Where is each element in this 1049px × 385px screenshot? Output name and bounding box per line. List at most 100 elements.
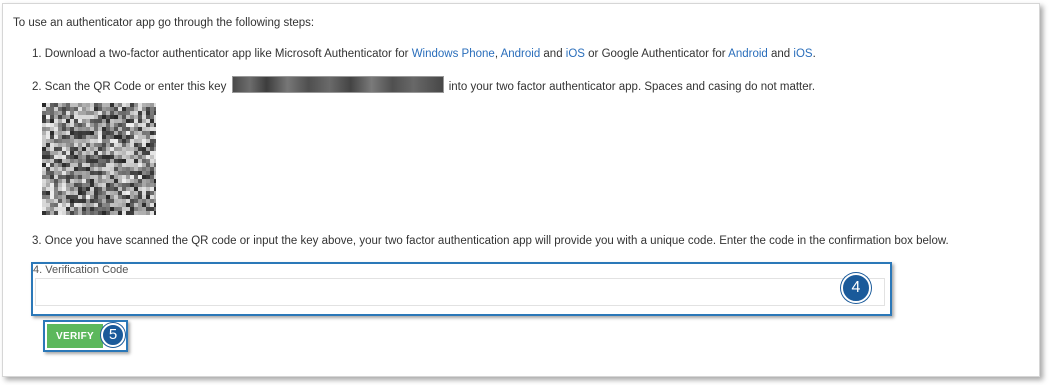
qr-pixel (134, 199, 138, 203)
qr-pixel (90, 135, 94, 139)
qr-pixel (46, 127, 50, 131)
qr-pixel (66, 191, 70, 195)
verification-code-input[interactable] (35, 278, 885, 306)
qr-pixel (90, 111, 94, 115)
qr-pixel (74, 203, 78, 207)
qr-pixel (114, 139, 118, 143)
qr-pixel (122, 171, 126, 175)
qr-pixel (114, 171, 118, 175)
qr-pixel (90, 139, 94, 143)
qr-pixel (82, 207, 86, 211)
qr-pixel (50, 187, 54, 191)
qr-pixel (146, 211, 150, 215)
qr-pixel (130, 155, 134, 159)
microsoft-ios-link[interactable]: iOS (566, 48, 585, 60)
qr-pixel (70, 163, 74, 167)
qr-pixel (46, 123, 50, 127)
qr-pixel (130, 131, 134, 135)
qr-pixel (66, 103, 70, 107)
qr-pixel (98, 195, 102, 199)
qr-pixel (110, 123, 114, 127)
qr-pixel (82, 119, 86, 123)
qr-pixel (78, 175, 82, 179)
qr-pixel (122, 207, 126, 211)
qr-pixel (58, 211, 62, 215)
qr-pixel (50, 163, 54, 167)
qr-pixel (54, 127, 58, 131)
qr-pixel (110, 199, 114, 203)
qr-pixel (110, 171, 114, 175)
qr-pixel (54, 111, 58, 115)
qr-pixel (134, 127, 138, 131)
qr-pixel (74, 175, 78, 179)
qr-pixel (114, 155, 118, 159)
qr-pixel (86, 175, 90, 179)
qr-pixel (122, 139, 126, 143)
qr-pixel (134, 183, 138, 187)
qr-pixel (98, 183, 102, 187)
qr-pixel (134, 167, 138, 171)
qr-pixel (70, 203, 74, 207)
qr-pixel (146, 135, 150, 139)
qr-pixel (86, 191, 90, 195)
qr-pixel (102, 167, 106, 171)
qr-pixel (146, 111, 150, 115)
qr-pixel (50, 131, 54, 135)
period: . (812, 48, 816, 60)
windows-phone-link[interactable]: Windows Phone (412, 48, 495, 60)
qr-pixel (74, 107, 78, 111)
verify-button[interactable]: VERIFY (47, 324, 103, 348)
qr-pixel (86, 131, 90, 135)
qr-pixel (90, 123, 94, 127)
qr-pixel (82, 163, 86, 167)
qr-pixel (66, 179, 70, 183)
qr-pixel (58, 135, 62, 139)
qr-pixel (90, 143, 94, 147)
qr-pixel (126, 131, 130, 135)
qr-pixel (62, 151, 66, 155)
qr-pixel (138, 115, 142, 119)
qr-pixel (134, 171, 138, 175)
qr-pixel (94, 127, 98, 131)
qr-pixel (150, 151, 154, 155)
qr-pixel (114, 179, 118, 183)
qr-pixel (74, 195, 78, 199)
qr-pixel (62, 195, 66, 199)
qr-pixel (150, 107, 154, 111)
qr-pixel (98, 115, 102, 119)
qr-pixel (70, 103, 74, 107)
qr-pixel (46, 163, 50, 167)
qr-pixel (102, 127, 106, 131)
qr-pixel (146, 191, 150, 195)
qr-pixel (142, 171, 146, 175)
qr-pixel (82, 187, 86, 191)
qr-pixel (118, 187, 122, 191)
qr-pixel (110, 179, 114, 183)
microsoft-android-link[interactable]: Android (501, 48, 541, 60)
qr-pixel (98, 187, 102, 191)
qr-pixel (62, 191, 66, 195)
qr-pixel (106, 127, 110, 131)
google-ios-link[interactable]: iOS (793, 48, 812, 60)
qr-pixel (126, 115, 130, 119)
qr-pixel (118, 207, 122, 211)
qr-pixel (50, 211, 54, 215)
qr-pixel (90, 179, 94, 183)
qr-pixel (90, 191, 94, 195)
qr-pixel (82, 103, 86, 107)
qr-pixel (138, 179, 142, 183)
qr-pixel (58, 203, 62, 207)
qr-pixel (106, 163, 110, 167)
qr-pixel (54, 183, 58, 187)
qr-pixel (130, 143, 134, 147)
qr-pixel (42, 131, 46, 135)
qr-pixel (82, 143, 86, 147)
qr-pixel (50, 191, 54, 195)
qr-pixel (150, 211, 154, 215)
qr-pixel (70, 167, 74, 171)
qr-pixel (98, 103, 102, 107)
qr-pixel (90, 211, 94, 215)
google-android-link[interactable]: Android (728, 48, 768, 60)
qr-pixel (74, 143, 78, 147)
redacted-key (231, 76, 444, 93)
